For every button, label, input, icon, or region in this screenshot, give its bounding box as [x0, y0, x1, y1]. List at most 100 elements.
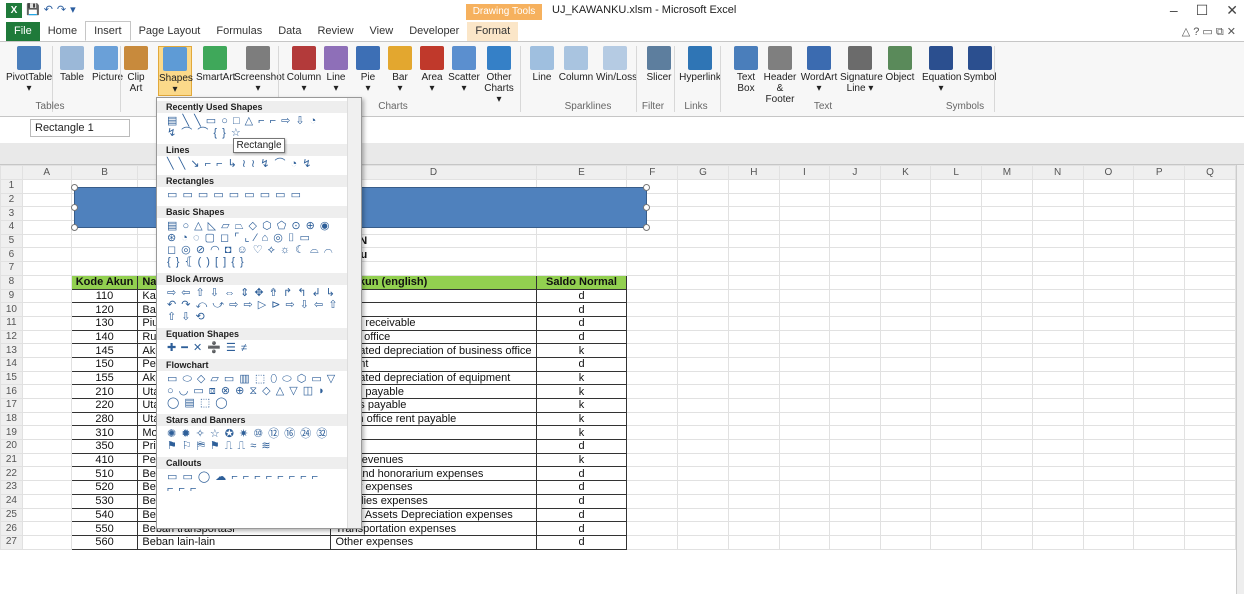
cell[interactable]: 280 [70, 411, 139, 427]
cell[interactable] [626, 233, 679, 249]
cell[interactable]: d [535, 329, 628, 345]
cell[interactable] [879, 425, 932, 441]
name-box[interactable]: Rectangle 1 [30, 119, 130, 137]
cell[interactable] [626, 247, 679, 263]
cell[interactable] [677, 220, 729, 235]
cell[interactable] [1184, 315, 1236, 331]
cell[interactable] [21, 521, 72, 536]
row-header[interactable]: 12 [0, 329, 23, 345]
cell[interactable] [727, 302, 780, 317]
cell[interactable] [21, 452, 72, 468]
cell[interactable] [727, 356, 780, 372]
cell[interactable] [778, 261, 831, 276]
cell[interactable] [1133, 439, 1186, 454]
cell[interactable] [727, 411, 780, 427]
cell[interactable] [1133, 370, 1186, 386]
cell[interactable] [778, 384, 831, 399]
row-header[interactable]: 14 [0, 356, 23, 372]
cell[interactable] [21, 398, 72, 413]
cell[interactable] [626, 302, 679, 317]
cell[interactable] [930, 179, 982, 194]
cell[interactable] [727, 220, 780, 235]
cell[interactable] [626, 261, 679, 276]
column-header[interactable]: P [1133, 165, 1186, 180]
cell[interactable] [778, 356, 831, 372]
cell[interactable]: 220 [70, 398, 139, 413]
cell[interactable] [879, 261, 932, 276]
cell[interactable] [930, 480, 982, 495]
ribbon-button-6[interactable]: Screenshot ▾ [234, 46, 285, 94]
cell[interactable] [677, 274, 729, 290]
cell[interactable] [677, 439, 729, 454]
cell[interactable] [1133, 179, 1186, 194]
cell[interactable] [70, 247, 139, 263]
cell[interactable] [1031, 274, 1084, 290]
cell[interactable] [778, 493, 831, 509]
row-header[interactable]: 8 [0, 274, 23, 290]
cell[interactable] [980, 192, 1033, 208]
gallery-shape-row[interactable]: ▭ ⬭ ◇ ▱ ▭ ▥ ⬚ ⬯ ⬭ ⬡ ▭ ▽ [167, 374, 336, 385]
ribbon-button-12[interactable]: Scatter ▾ [448, 46, 480, 94]
cell[interactable] [778, 343, 831, 358]
cell[interactable] [535, 247, 628, 263]
save-icon[interactable]: 💾 [26, 3, 40, 18]
cell[interactable] [879, 288, 932, 304]
cell[interactable] [1031, 247, 1084, 263]
gallery-shape-row[interactable]: ⇧ ⇩ ⟲ [167, 312, 206, 323]
ribbon-button-2[interactable]: Picture [92, 46, 123, 83]
cell[interactable] [1082, 274, 1135, 290]
gallery-shape-row[interactable]: { } ⦃ ( ) [ ] { } [167, 257, 245, 268]
cell[interactable] [778, 370, 831, 386]
cell[interactable] [1184, 507, 1236, 523]
cell[interactable] [727, 384, 780, 399]
cell[interactable] [980, 384, 1033, 399]
cell[interactable] [930, 315, 982, 331]
cell[interactable]: d [535, 493, 628, 509]
cell[interactable]: 530 [70, 493, 139, 509]
cell[interactable] [778, 179, 831, 194]
cell[interactable] [677, 452, 729, 468]
row-header[interactable]: 24 [0, 493, 23, 509]
cell[interactable] [727, 206, 780, 222]
cell[interactable] [21, 233, 72, 249]
cell[interactable] [1082, 466, 1135, 482]
cell[interactable] [879, 220, 932, 235]
cell[interactable] [21, 247, 72, 263]
cell[interactable] [1184, 356, 1236, 372]
cell[interactable] [21, 370, 72, 386]
cell[interactable] [1031, 288, 1084, 304]
cell[interactable] [1133, 261, 1186, 276]
cell[interactable] [677, 192, 729, 208]
cell[interactable] [879, 521, 932, 536]
cell[interactable] [1082, 261, 1135, 276]
cell[interactable] [879, 534, 932, 550]
cell[interactable] [829, 274, 881, 290]
cell[interactable] [1184, 233, 1236, 249]
vertical-scrollbar[interactable] [1236, 165, 1244, 594]
cell[interactable] [879, 315, 932, 331]
cell[interactable] [980, 288, 1033, 304]
cell[interactable] [626, 452, 679, 468]
ribbon-help-icons[interactable]: △ ? ▭ ⧉ ✕ [1182, 25, 1236, 39]
column-header[interactable]: Q [1184, 165, 1236, 180]
cell[interactable] [930, 384, 982, 399]
cell[interactable] [677, 466, 729, 482]
ribbon-button-20[interactable]: Header & Footer [762, 46, 798, 105]
cell[interactable]: d [535, 439, 628, 454]
cell[interactable] [778, 329, 831, 345]
cell[interactable] [930, 534, 982, 550]
cell[interactable] [535, 261, 628, 276]
cell[interactable] [1082, 343, 1135, 358]
row-header[interactable]: 11 [0, 315, 23, 331]
cell[interactable] [778, 466, 831, 482]
cell[interactable] [1031, 466, 1084, 482]
cell[interactable] [1184, 466, 1236, 482]
cell[interactable] [1133, 384, 1186, 399]
cell[interactable] [1031, 356, 1084, 372]
cell[interactable] [829, 439, 881, 454]
cell[interactable] [980, 398, 1033, 413]
cell[interactable] [930, 356, 982, 372]
tab-formulas[interactable]: Formulas [208, 22, 270, 41]
column-header[interactable]: L [930, 165, 982, 180]
cell[interactable] [778, 233, 831, 249]
